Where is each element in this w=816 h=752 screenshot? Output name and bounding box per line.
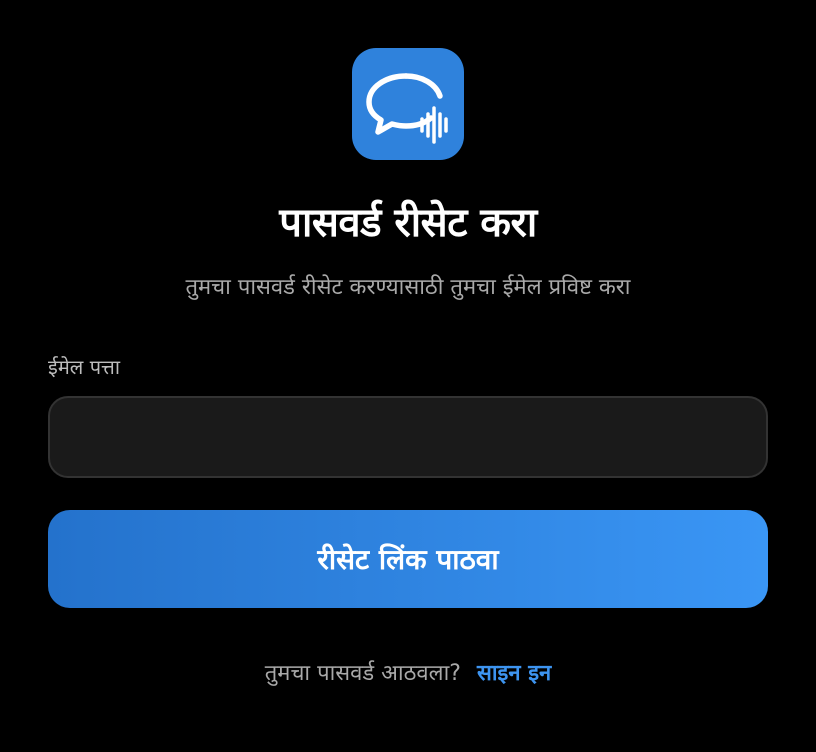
send-reset-link-button[interactable]: रीसेट लिंक पाठवा	[48, 510, 768, 608]
send-reset-link-button-label: रीसेट लिंक पाठवा	[317, 543, 499, 576]
email-field-label: ईमेल पत्ता	[48, 355, 121, 379]
chat-bubble-soundwave-icon	[366, 73, 448, 144]
page-title: पासवर्ड रीसेट करा	[279, 200, 537, 246]
signin-link[interactable]: साइन इन	[477, 656, 551, 692]
email-field[interactable]	[48, 396, 768, 478]
signin-prompt: तुमचा पासवर्ड आठवला? साइन इन	[0, 656, 816, 692]
app-logo	[352, 48, 464, 160]
signin-prompt-text: तुमचा पासवर्ड आठवला?	[264, 661, 461, 686]
page-subtitle: तुमचा पासवर्ड रीसेट करण्यासाठी तुमचा ईमे…	[185, 275, 631, 300]
